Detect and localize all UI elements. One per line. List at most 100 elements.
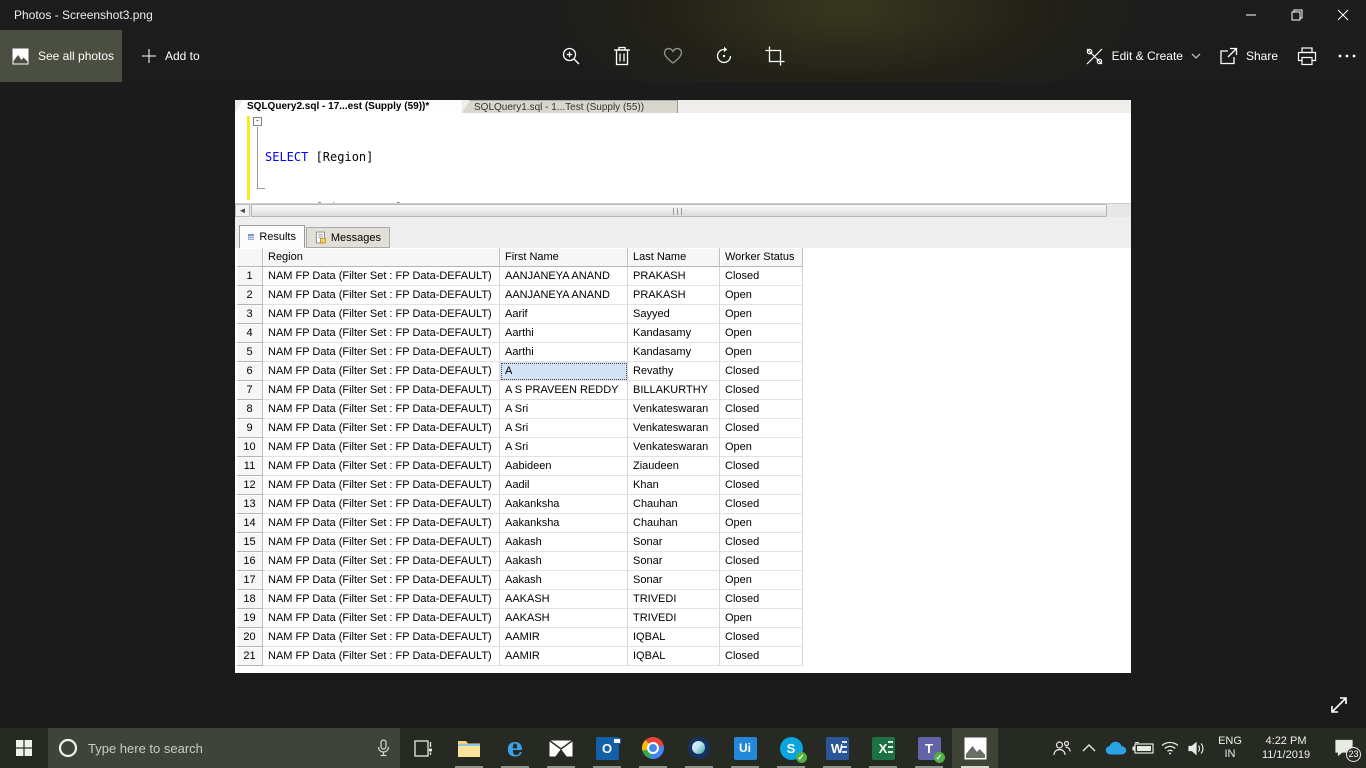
grid-cell-worker-status[interactable]: Closed	[720, 267, 803, 286]
grid-cell-worker-status[interactable]: Closed	[720, 590, 803, 609]
language-indicator[interactable]: ENG IN	[1210, 735, 1250, 761]
grid-cell-region[interactable]: NAM FP Data (Filter Set : FP Data-DEFAUL…	[263, 267, 500, 286]
grid-cell-worker-status[interactable]: Closed	[720, 476, 803, 495]
grid-cell-first-name[interactable]: AANJANEYA ANAND	[500, 267, 628, 286]
grid-cell-last-name[interactable]: Venkateswaran	[628, 438, 720, 457]
start-button[interactable]	[0, 728, 48, 768]
battery-button[interactable]	[1129, 728, 1156, 768]
grid-cell-last-name[interactable]: Kandasamy	[628, 343, 720, 362]
grid-cell-region[interactable]: NAM FP Data (Filter Set : FP Data-DEFAUL…	[263, 324, 500, 343]
onedrive-button[interactable]	[1102, 728, 1129, 768]
taskbar-app-chrome[interactable]	[630, 728, 676, 768]
grid-cell-worker-status[interactable]: Closed	[720, 400, 803, 419]
grid-cell-worker-status[interactable]: Open	[720, 305, 803, 324]
row-number-cell[interactable]: 5	[237, 343, 263, 362]
grid-cell-region[interactable]: NAM FP Data (Filter Set : FP Data-DEFAUL…	[263, 552, 500, 571]
grid-cell-worker-status[interactable]: Open	[720, 571, 803, 590]
add-to-button[interactable]: Add to	[130, 30, 212, 82]
grid-cell-region[interactable]: NAM FP Data (Filter Set : FP Data-DEFAUL…	[263, 343, 500, 362]
grid-cell-region[interactable]: NAM FP Data (Filter Set : FP Data-DEFAUL…	[263, 647, 500, 666]
grid-cell-worker-status[interactable]: Open	[720, 609, 803, 628]
column-header-worker-status[interactable]: Worker Status	[720, 248, 803, 267]
grid-cell-first-name[interactable]: Aabideen	[500, 457, 628, 476]
row-number-cell[interactable]: 1	[237, 267, 263, 286]
grid-cell-worker-status[interactable]: Open	[720, 514, 803, 533]
grid-cell-region[interactable]: NAM FP Data (Filter Set : FP Data-DEFAUL…	[263, 286, 500, 305]
row-number-cell[interactable]: 9	[237, 419, 263, 438]
minimize-button[interactable]	[1228, 0, 1274, 30]
people-button[interactable]	[1048, 728, 1075, 768]
grid-cell-last-name[interactable]: Revathy	[628, 362, 720, 381]
hidden-icons-button[interactable]	[1075, 728, 1102, 768]
grid-cell-first-name[interactable]: Aarthi	[500, 343, 628, 362]
search-input[interactable]	[88, 741, 367, 756]
column-header-last-name[interactable]: Last Name	[628, 248, 720, 267]
grid-cell-first-name[interactable]: AAKASH	[500, 609, 628, 628]
favorite-button[interactable]	[662, 45, 684, 67]
taskbar-app-webex[interactable]	[676, 728, 722, 768]
grid-cell-worker-status[interactable]: Closed	[720, 419, 803, 438]
grid-cell-worker-status[interactable]: Open	[720, 438, 803, 457]
row-number-cell[interactable]: 6	[237, 362, 263, 381]
grid-cell-last-name[interactable]: Venkateswaran	[628, 400, 720, 419]
row-number-cell[interactable]: 2	[237, 286, 263, 305]
grid-cell-last-name[interactable]: Chauhan	[628, 495, 720, 514]
zoom-button[interactable]	[560, 45, 582, 67]
scrollbar-thumb[interactable]	[251, 204, 1107, 217]
grid-cell-region[interactable]: NAM FP Data (Filter Set : FP Data-DEFAUL…	[263, 628, 500, 647]
grid-cell-last-name[interactable]: PRAKASH	[628, 286, 720, 305]
grid-cell-worker-status[interactable]: Open	[720, 324, 803, 343]
grid-cell-first-name[interactable]: Aarif	[500, 305, 628, 324]
scrollbar-left-arrow[interactable]: ◄	[235, 204, 250, 217]
row-number-cell[interactable]: 17	[237, 571, 263, 590]
grid-cell-worker-status[interactable]: Closed	[720, 457, 803, 476]
grid-cell-region[interactable]: NAM FP Data (Filter Set : FP Data-DEFAUL…	[263, 419, 500, 438]
action-center-button[interactable]: 23	[1322, 728, 1366, 768]
grid-cell-region[interactable]: NAM FP Data (Filter Set : FP Data-DEFAUL…	[263, 400, 500, 419]
grid-cell-worker-status[interactable]: Open	[720, 286, 803, 305]
clock[interactable]: 4:22 PM 11/1/2019	[1250, 734, 1322, 762]
rotate-button[interactable]	[713, 45, 735, 67]
grid-cell-first-name[interactable]: Aakanksha	[500, 495, 628, 514]
row-number-cell[interactable]: 7	[237, 381, 263, 400]
expand-button[interactable]	[1322, 690, 1356, 720]
column-header-region[interactable]: Region	[263, 248, 500, 267]
grid-cell-first-name[interactable]: Aakash	[500, 533, 628, 552]
row-number-cell[interactable]: 13	[237, 495, 263, 514]
grid-cell-worker-status[interactable]: Closed	[720, 362, 803, 381]
row-number-cell[interactable]: 14	[237, 514, 263, 533]
grid-cell-worker-status[interactable]: Open	[720, 343, 803, 362]
grid-cell-region[interactable]: NAM FP Data (Filter Set : FP Data-DEFAUL…	[263, 305, 500, 324]
network-button[interactable]	[1156, 728, 1183, 768]
column-header-first-name[interactable]: First Name	[500, 248, 628, 267]
grid-cell-last-name[interactable]: Sonar	[628, 533, 720, 552]
taskbar-app-teams[interactable]: T ✓	[906, 728, 952, 768]
row-number-cell[interactable]: 12	[237, 476, 263, 495]
collapse-region-box[interactable]: -	[253, 117, 262, 126]
grid-cell-region[interactable]: NAM FP Data (Filter Set : FP Data-DEFAUL…	[263, 476, 500, 495]
taskbar-app-file-explorer[interactable]	[446, 728, 492, 768]
sql-editor[interactable]: - SELECT [Region] ,[First Name] ,[Last N…	[235, 113, 1131, 203]
grid-cell-region[interactable]: NAM FP Data (Filter Set : FP Data-DEFAUL…	[263, 571, 500, 590]
grid-corner-cell[interactable]	[237, 248, 263, 267]
grid-cell-first-name[interactable]: Aakanksha	[500, 514, 628, 533]
grid-cell-first-name[interactable]: AAMIR	[500, 628, 628, 647]
tab-messages[interactable]: Messages	[306, 227, 390, 248]
taskbar-app-excel[interactable]: X	[860, 728, 906, 768]
taskbar-app-skype[interactable]: S ✓	[768, 728, 814, 768]
share-button[interactable]: Share	[1219, 47, 1278, 65]
row-number-cell[interactable]: 3	[237, 305, 263, 324]
grid-cell-last-name[interactable]: PRAKASH	[628, 267, 720, 286]
row-number-cell[interactable]: 19	[237, 609, 263, 628]
editor-horizontal-scrollbar[interactable]: ◄	[235, 203, 1131, 217]
restore-button[interactable]	[1274, 0, 1320, 30]
row-number-cell[interactable]: 4	[237, 324, 263, 343]
grid-cell-region[interactable]: NAM FP Data (Filter Set : FP Data-DEFAUL…	[263, 495, 500, 514]
grid-cell-last-name[interactable]: Ziaudeen	[628, 457, 720, 476]
grid-cell-first-name[interactable]: AAKASH	[500, 590, 628, 609]
grid-cell-region[interactable]: NAM FP Data (Filter Set : FP Data-DEFAUL…	[263, 533, 500, 552]
grid-cell-last-name[interactable]: Kandasamy	[628, 324, 720, 343]
grid-cell-region[interactable]: NAM FP Data (Filter Set : FP Data-DEFAUL…	[263, 590, 500, 609]
taskbar-app-outlook[interactable]: O	[584, 728, 630, 768]
grid-cell-region[interactable]: NAM FP Data (Filter Set : FP Data-DEFAUL…	[263, 514, 500, 533]
